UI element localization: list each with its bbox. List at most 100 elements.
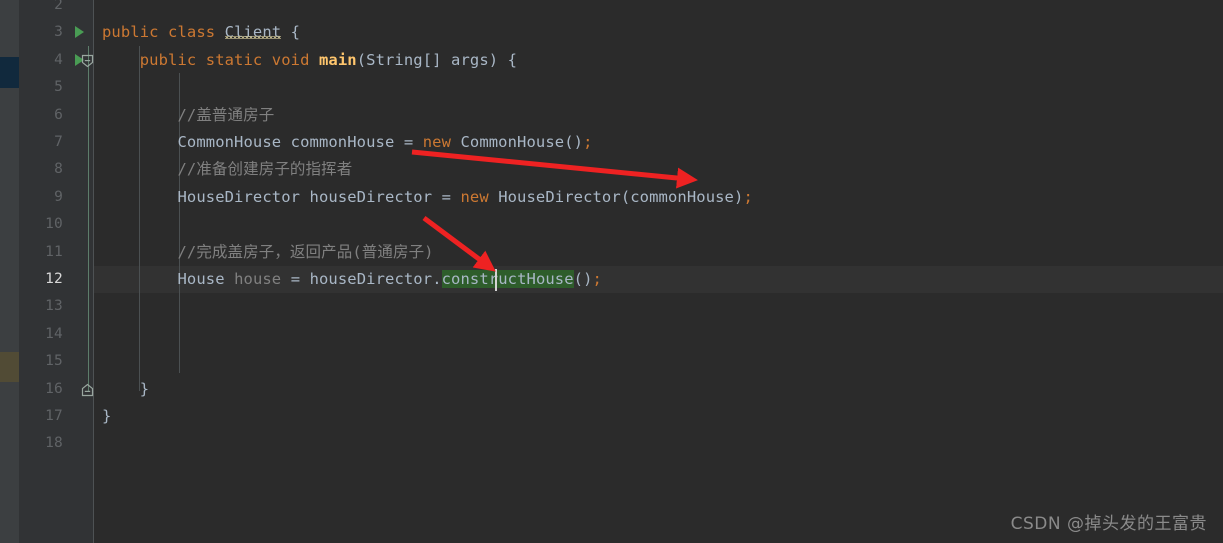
- text-caret: [494, 269, 497, 291]
- gutter-row[interactable]: 9: [19, 184, 93, 211]
- line-number: 14: [45, 325, 63, 342]
- bookmark-marker[interactable]: [0, 352, 19, 382]
- code-token: new: [422, 133, 452, 151]
- line-number: 7: [54, 134, 63, 150]
- line-number: 2: [54, 0, 63, 13]
- code-token: CommonHouse: [460, 133, 565, 151]
- editor-gutter[interactable]: 2 3 4 5 6 7 8 9 10 11 12 13 14 15 16 17 18: [19, 0, 93, 543]
- code-token: ): [488, 50, 508, 69]
- code-token: }: [139, 379, 150, 398]
- code-token: new: [460, 187, 489, 206]
- gutter-row[interactable]: 5: [19, 74, 93, 101]
- code-line[interactable]: }: [102, 376, 149, 403]
- gutter-row[interactable]: 17: [19, 403, 93, 430]
- code-token: args: [451, 50, 489, 69]
- code-token: house: [234, 270, 282, 288]
- line-number: 16: [45, 380, 63, 397]
- line-number: 8: [54, 161, 63, 178]
- gutter-row[interactable]: 6: [19, 102, 93, 129]
- code-token: House: [177, 270, 225, 288]
- code-token: (): [573, 270, 593, 288]
- code-token: CommonHouse: [177, 133, 282, 151]
- changed-lines-marker[interactable]: [0, 57, 19, 88]
- line-number: 17: [45, 408, 63, 424]
- code-editor-window[interactable]: 2 3 4 5 6 7 8 9 10 11 12 13 14 15 16 17 18 public class …: [0, 0, 1223, 543]
- line-number: 13: [45, 298, 63, 315]
- line-number: 10: [45, 216, 63, 233]
- code-token: //盖普通房子: [177, 105, 275, 124]
- code-token: (: [356, 50, 367, 69]
- code-token: Client: [224, 23, 282, 42]
- code-token: HouseDirector: [177, 187, 301, 206]
- gutter-row[interactable]: 13: [19, 293, 93, 320]
- code-token: .: [432, 270, 442, 288]
- gutter-row[interactable]: 15: [19, 348, 93, 375]
- line-number: 6: [54, 106, 63, 123]
- code-line[interactable]: }: [102, 403, 111, 430]
- code-token: ;: [743, 187, 753, 206]
- code-token: HouseDirector: [498, 187, 621, 206]
- code-line[interactable]: House house = houseDirector.constructHou…: [102, 266, 602, 293]
- code-line[interactable]: //完成盖房子，返回产品(普通房子): [102, 239, 434, 266]
- code-line[interactable]: //盖普通房子: [102, 102, 274, 129]
- code-line[interactable]: HouseDirector houseDirector = new HouseD…: [102, 184, 753, 211]
- code-token: houseDirector: [300, 187, 442, 206]
- gutter-row[interactable]: 7: [19, 129, 93, 156]
- line-number: 11: [45, 243, 63, 260]
- code-token: void: [271, 50, 310, 69]
- code-token: ;: [583, 133, 593, 151]
- code-token: static: [205, 50, 263, 69]
- fold-up-icon[interactable]: [81, 383, 94, 397]
- line-number: 4: [54, 51, 63, 68]
- run-arrow-icon[interactable]: [75, 26, 84, 39]
- code-line[interactable]: //准备创建房子的指挥者: [102, 156, 352, 183]
- gutter-row[interactable]: 18: [19, 430, 93, 457]
- editor-marker-strip[interactable]: [0, 0, 19, 543]
- code-token: =: [403, 133, 414, 151]
- gutter-row[interactable]: 10: [19, 211, 93, 238]
- gutter-row[interactable]: 3: [19, 19, 93, 46]
- code-line[interactable]: CommonHouse commonHouse = new CommonHous…: [102, 129, 593, 156]
- code-token: //完成盖房子，返回产品(普通房子): [177, 242, 434, 261]
- code-content-area[interactable]: public class Client { public static void…: [93, 0, 1223, 543]
- gutter-row[interactable]: 12: [19, 266, 93, 293]
- code-token: }: [102, 407, 112, 425]
- code-line[interactable]: public static void main(String[] args) {: [102, 47, 517, 74]
- code-token: commonHouse: [281, 133, 404, 151]
- code-line[interactable]: public class Client {: [102, 19, 300, 46]
- indent-guide: [139, 46, 140, 391]
- gutter-row[interactable]: 14: [19, 321, 93, 348]
- code-fold-rail: [87, 46, 89, 391]
- code-token: public: [139, 50, 197, 69]
- code-token: =: [441, 187, 452, 206]
- fold-down-icon[interactable]: [81, 54, 94, 68]
- line-number: 15: [45, 353, 63, 370]
- gutter-row[interactable]: 11: [19, 239, 93, 266]
- code-token: public: [102, 23, 159, 42]
- code-token: String: [366, 50, 423, 69]
- gutter-row[interactable]: 8: [19, 156, 93, 183]
- code-token: []: [422, 50, 452, 69]
- code-token: class: [168, 23, 216, 42]
- line-number: 5: [54, 79, 63, 96]
- line-number: 3: [54, 24, 63, 41]
- line-number: 18: [45, 435, 63, 452]
- gutter-row[interactable]: 2: [19, 0, 93, 19]
- line-number: 12: [45, 271, 63, 287]
